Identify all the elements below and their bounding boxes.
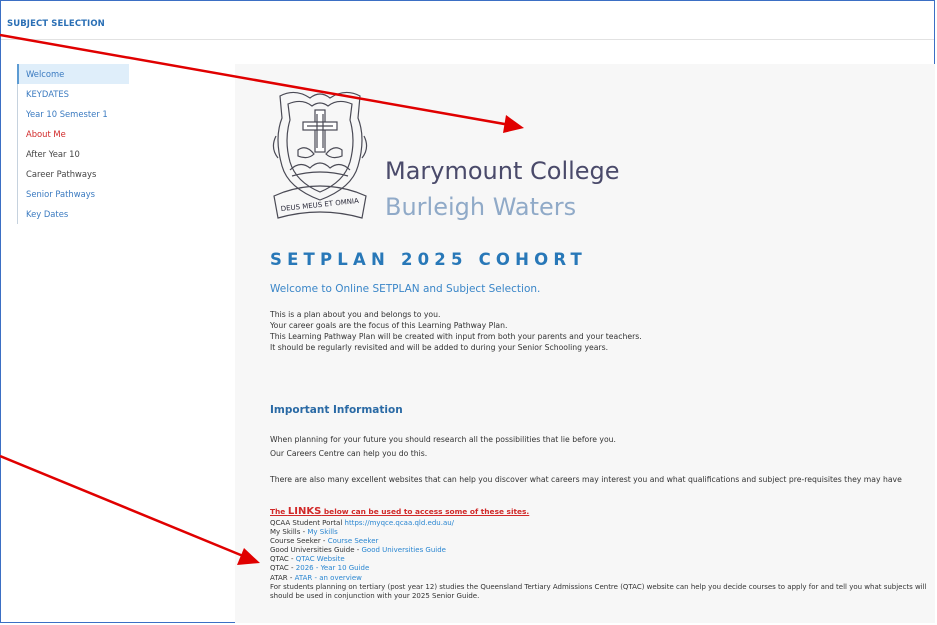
link-prefix: Good Universities Guide - — [270, 546, 362, 555]
websites-text: There are also many excellent websites t… — [270, 475, 902, 484]
intro-line: It should be regularly revisited and wil… — [270, 343, 609, 352]
atar-overview-link[interactable]: ATAR - an overview — [295, 574, 362, 582]
sidebar-nav: Welcome KEYDATES Year 10 Semester 1 Abou… — [17, 64, 129, 224]
link-row-qtac-guide: QTAC - 2026 - Year 10 Guide — [270, 564, 927, 573]
course-seeker-link[interactable]: Course Seeker — [328, 537, 379, 545]
setplan-heading: SETPLAN 2025 COHORT — [270, 250, 587, 269]
important-text: When planning for your future you should… — [270, 433, 616, 461]
sidebar-item-career-pathways[interactable]: Career Pathways — [17, 164, 129, 184]
intro-line: This Learning Pathway Plan will be creat… — [270, 332, 642, 341]
sidebar-item-key-dates[interactable]: Key Dates — [17, 204, 129, 224]
important-line: When planning for your future you should… — [270, 435, 616, 444]
intro-line: Your career goals are the focus of this … — [270, 321, 508, 330]
sidebar-item-about-me[interactable]: About Me — [17, 124, 129, 144]
link-prefix: QCAA Student Portal — [270, 519, 345, 527]
links-heading: The LINKS below can be used to access so… — [270, 506, 529, 517]
sidebar-item-welcome[interactable]: Welcome — [17, 64, 129, 84]
sidebar-item-year10-semester1[interactable]: Year 10 Semester 1 — [17, 104, 129, 124]
sidebar-item-senior-pathways[interactable]: Senior Pathways — [17, 184, 129, 204]
good-universities-guide-link[interactable]: Good Universities Guide — [361, 546, 446, 554]
qtac-year10-guide-link[interactable]: 2026 - Year 10 Guide — [296, 564, 370, 572]
intro-line: This is a plan about you and belongs to … — [270, 310, 441, 319]
qtac-website-link[interactable]: QTAC Website — [296, 555, 345, 563]
links-heading-big: LINKS — [287, 506, 322, 517]
intro-paragraph: This is a plan about you and belongs to … — [270, 309, 642, 353]
my-skills-link[interactable]: My Skills — [307, 528, 337, 536]
college-crest-logo: DEUS MEUS ET OMNIA — [272, 91, 368, 219]
links-heading-post: below can be used to access some of thes… — [321, 507, 530, 516]
link-row-qcaa: QCAA Student Portal https://myqce.qcaa.q… — [270, 519, 927, 528]
link-row-good-uni: Good Universities Guide - Good Universit… — [270, 546, 927, 555]
page-title: SUBJECT SELECTION — [7, 19, 105, 29]
link-prefix: QTAC - — [270, 564, 296, 573]
important-line: Our Careers Centre can help you do this. — [270, 449, 428, 458]
qcaa-portal-link[interactable]: https://myqce.qcaa.qld.edu.au/ — [345, 519, 455, 527]
link-row-atar: ATAR - ATAR - an overview — [270, 574, 927, 583]
link-row-myskills: My Skills - My Skills — [270, 528, 927, 537]
links-list: QCAA Student Portal https://myqce.qcaa.q… — [270, 519, 927, 601]
link-prefix: QTAC - — [270, 555, 296, 564]
sidebar-item-keydates[interactable]: KEYDATES — [17, 84, 129, 104]
welcome-subheading: Welcome to Online SETPLAN and Subject Se… — [270, 283, 541, 295]
college-location: Burleigh Waters — [385, 193, 577, 221]
link-prefix: ATAR - — [270, 573, 295, 582]
link-prefix: My Skills - — [270, 528, 308, 537]
top-bar: SUBJECT SELECTION — [1, 1, 934, 40]
sidebar-item-after-year10[interactable]: After Year 10 — [17, 144, 129, 164]
footer-line: should be used in conjunction with your … — [270, 591, 480, 600]
link-prefix: Course Seeker - — [270, 537, 328, 546]
college-name: Marymount College — [385, 157, 620, 185]
footer-line: For students planning on tertiary (post … — [270, 582, 927, 591]
link-row-qtac: QTAC - QTAC Website — [270, 555, 927, 564]
links-heading-pre: The — [270, 507, 288, 516]
important-heading: Important Information — [270, 404, 403, 416]
link-row-course-seeker: Course Seeker - Course Seeker — [270, 537, 927, 546]
